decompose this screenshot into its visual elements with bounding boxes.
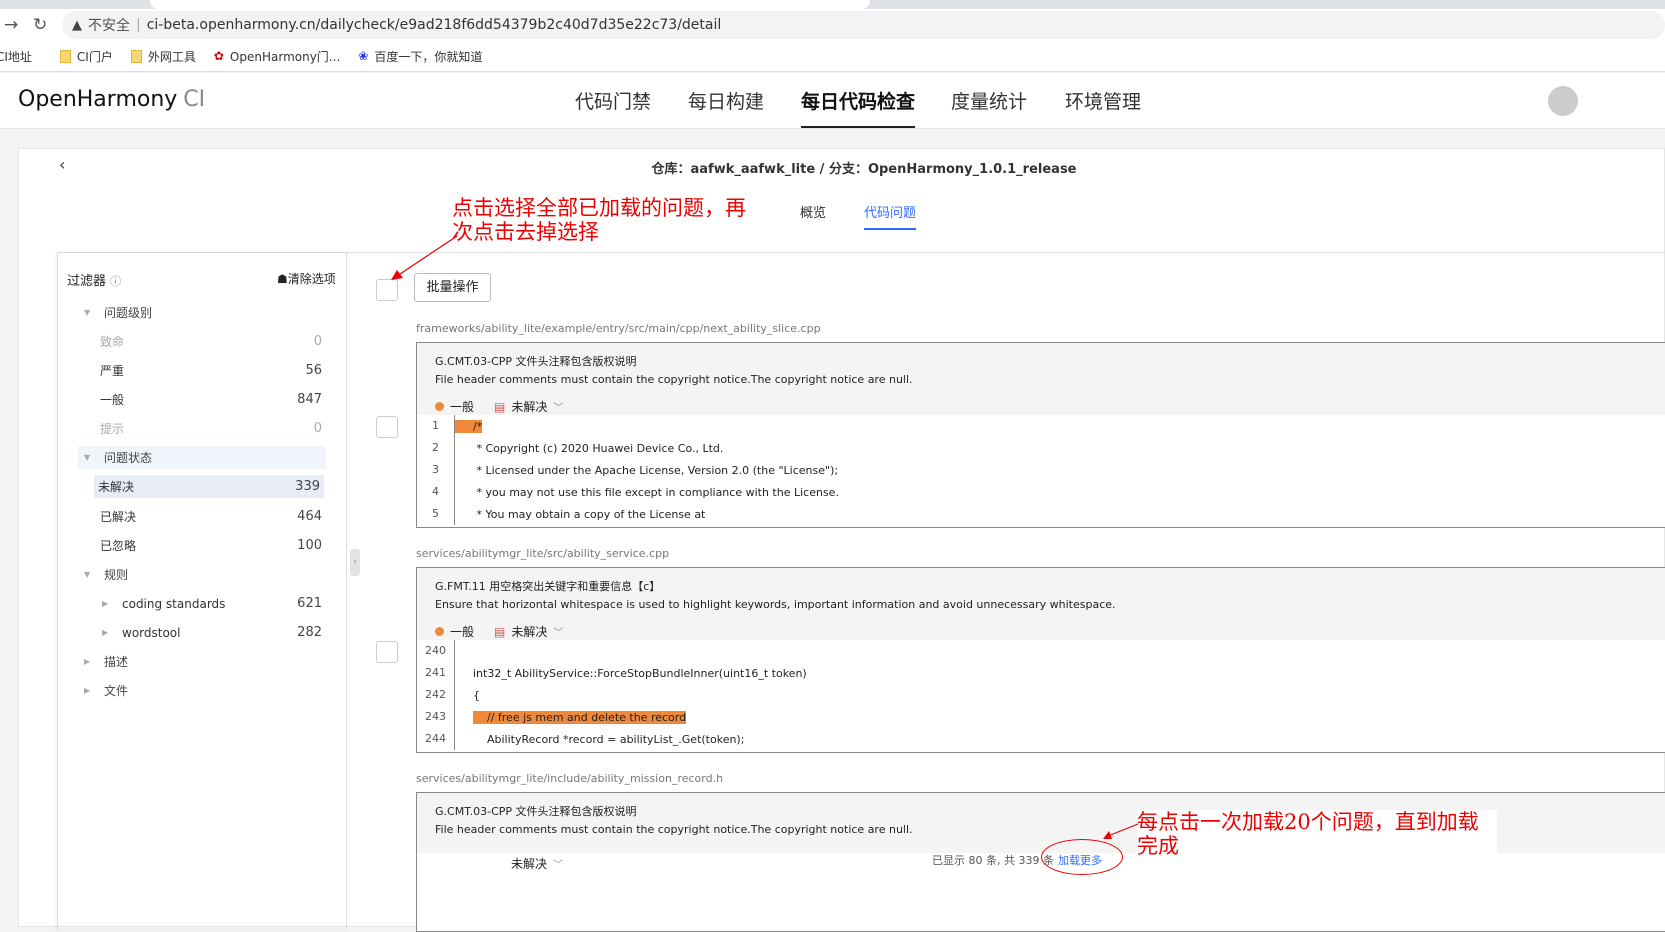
code-snippet: 1/* 2 * Copyright (c) 2020 Huawei Device… [417,415,1665,525]
browser-toolbar: → ↻ ▲ 不安全 | ci-beta.openharmony.cn/daily… [0,9,1665,41]
warning-icon: ▲ [72,17,82,33]
nav-env[interactable]: 环境管理 [1065,87,1141,128]
bookmark-tools[interactable]: 外网工具 [130,48,196,65]
issue-rule: G.FMT.11 用空格突出关键字和重要信息【c】 [435,580,661,593]
filter-item[interactable]: 致命 0 [78,330,326,353]
address-bar[interactable]: ▲ 不安全 | ci-beta.openharmony.cn/dailychec… [62,11,1665,39]
filter-item[interactable]: 已忽略 100 [78,534,326,557]
issue-description: Ensure that horizontal whitespace is use… [435,598,1116,611]
status-dropdown[interactable]: 未解决 [511,623,547,640]
forward-icon[interactable]: → [4,15,18,35]
issue-file-path: services/abilitymgr_lite/include/ability… [416,772,724,785]
level-dot-icon [435,402,444,411]
issue-card: G.CMT.03-CPP 文件头注释包含版权说明 File header com… [416,342,1665,528]
filter-group-status[interactable]: ▼ 问题状态 [78,446,326,469]
annotation-arrow [391,235,458,280]
issue-level: 一般 [450,625,475,639]
bookmark-openharmony[interactable]: ✿ OpenHarmony门... [214,48,340,65]
issue-level: 一般 [450,400,475,414]
annotation-select-all: 点击选择全部已加载的问题，再次点击去掉选择 [452,196,757,244]
bookmark-ci-portal[interactable]: CI门户 [59,48,113,65]
loaded-count: 已显示 80 条, 共 339 条 [932,854,1054,867]
nav-code-gate[interactable]: 代码门禁 [575,87,651,128]
issue-checkbox[interactable] [376,641,398,663]
filter-group-description[interactable]: ▶ 描述 [78,650,326,673]
folder-icon [59,49,71,63]
issue-rule: G.CMT.03-CPP 文件头注释包含版权说明 [435,355,637,368]
sidebar-collapse-handle[interactable]: ‹ [350,549,360,576]
annotation-load-more: 每点击一次加载20个问题，直到加载完成 [1137,810,1497,858]
info-icon: ⓘ [110,275,122,288]
browser-tab-strip [0,0,1665,9]
issue-card: G.FMT.11 用空格突出关键字和重要信息【c】 Ensure that ho… [416,567,1665,753]
security-label: 不安全 [88,18,130,34]
bookmarks-bar: CI地址 CI门户 外网工具 ✿ OpenHarmony门... ❀ 百度一下，你就… [0,41,1665,72]
filter-item[interactable]: ▶ coding standards 621 [78,592,326,615]
filter-item[interactable]: 提示 0 [78,417,326,440]
filter-item[interactable]: 已解决 464 [78,505,326,528]
nav-metrics[interactable]: 度量统计 [951,87,1027,128]
filter-group-level[interactable]: ▼ 问题级别 [78,301,326,324]
issue-description: File header comments must contain the co… [435,373,913,386]
broom-icon: ☗ [277,272,288,286]
filter-item[interactable]: ▶ wordstool 282 [78,621,326,644]
clear-filters-button[interactable]: ☗清除选项 [277,270,336,287]
filter-group-rules[interactable]: ▼ 规则 [78,563,326,586]
chevron-down-icon[interactable]: ﹀ [553,856,563,871]
filter-item[interactable]: 一般 847 [78,388,326,411]
annotation-arrow [1103,823,1139,839]
level-dot-icon [435,627,444,636]
tab-overview[interactable]: 概览 [800,202,826,230]
bookmark-ci-address[interactable]: CI地址 [0,48,32,65]
status-dropdown[interactable]: 未解决 [511,398,547,415]
bookmark-baidu[interactable]: ❀ 百度一下，你就知道 [358,48,482,65]
avatar[interactable] [1548,86,1578,116]
nav-daily-check[interactable]: 每日代码检查 [801,87,916,128]
filter-group-file[interactable]: ▶ 文件 [78,679,326,702]
huawei-logo-icon: ✿ [213,49,224,63]
nav-daily-build[interactable]: 每日构建 [688,87,764,128]
folder-icon [130,49,142,63]
issue-file-path: frameworks/ability_lite/example/entry/sr… [416,322,821,335]
annotation-ellipse [1041,839,1123,875]
issue-file-path: services/abilitymgr_lite/src/ability_ser… [416,547,670,560]
reload-icon[interactable]: ↻ [33,15,47,35]
filter-sidebar: 过滤器 ⓘ ☗清除选项 ▼ 问题级别 致命 0 严重 56 一般 847 提示 0 ▼ 问题… [57,253,347,929]
document-icon: ▤ [494,624,506,639]
document-icon: ▤ [494,399,506,414]
issue-checkbox[interactable] [376,416,398,438]
page-title: 仓库：aafwk_aafwk_lite / 分支：OpenHarmony_1.0… [651,162,1077,177]
filter-title: 过滤器 ⓘ [67,274,122,289]
baidu-paw-icon: ❀ [358,49,369,63]
chevron-down-icon[interactable]: ﹀ [553,624,563,639]
url-text[interactable]: ci-beta.openharmony.cn/dailycheck/e9ad21… [147,17,722,33]
logo[interactable]: OpenHarmony CI [18,87,205,112]
filter-item-selected[interactable]: 未解决 339 [94,475,324,498]
status-dropdown[interactable]: 未解决 [511,855,547,872]
tab-code-issues[interactable]: 代码问题 [864,202,917,230]
app-header: OpenHarmony CI 代码门禁 每日构建 每日代码检查 度量统计 环境管理 [0,73,1665,129]
filter-item[interactable]: 严重 56 [78,359,326,382]
chevron-down-icon[interactable]: ﹀ [553,399,563,414]
code-snippet: 240 241 int32_t AbilityService::ForceStop… [417,640,1665,750]
